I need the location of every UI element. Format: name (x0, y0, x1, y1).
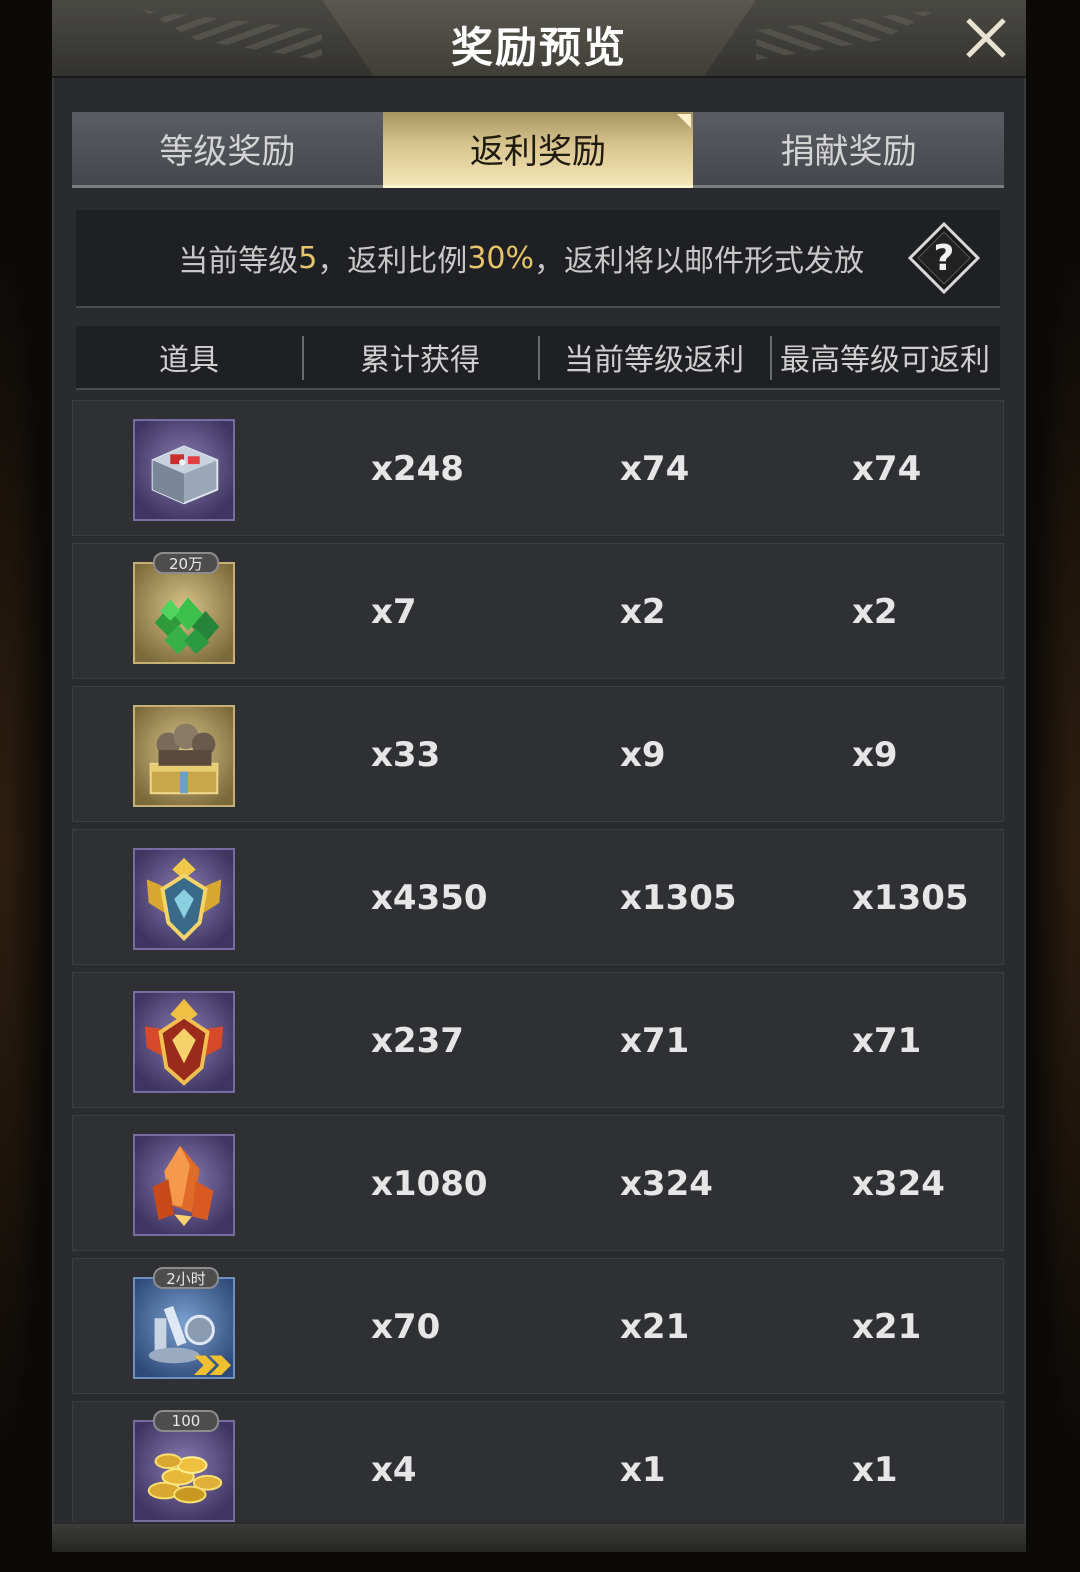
max-rebate-value: x1305 (852, 878, 969, 918)
item-slot[interactable] (133, 1134, 235, 1236)
panel-bottom-frame (52, 1524, 1026, 1552)
title-bar: 奖励预览 (52, 0, 1026, 78)
tab-rebate-reward[interactable]: 返利奖励 (382, 112, 694, 188)
treasure-chest-icon (151, 445, 219, 505)
max-rebate-value: x324 (852, 1164, 945, 1204)
total-obtained-value: x1080 (371, 1164, 488, 1204)
item-slot[interactable] (133, 848, 235, 950)
item-quantity-badge: 20万 (153, 552, 219, 574)
reward-table-body[interactable]: x248 x74 x74 20万 x7 x2 x2 x33 x9 x9 x435… (72, 400, 1004, 1522)
header-divider (302, 336, 304, 380)
table-row: x237 x71 x71 (72, 972, 1004, 1108)
tab-label: 返利奖励 (470, 132, 606, 172)
tab-donation-reward[interactable]: 捐献奖励 (693, 112, 1005, 188)
green-gems-icon (154, 597, 220, 655)
background-glow-right (1030, 250, 1080, 1450)
rebate-info-box: 当前等级 5 ，返利比例 30% ，返利将以邮件形式发放 ? (76, 210, 1000, 308)
reward-tabs: 等级奖励 返利奖励 捐献奖励 (72, 112, 1005, 188)
current-level-value: 5 (298, 240, 318, 276)
header-current-level-rebate: 当前等级返利 (564, 343, 744, 378)
research-speedup-icon (148, 1305, 232, 1376)
header-total-obtained: 累计获得 (360, 343, 480, 378)
gold-emblem-icon (146, 857, 222, 941)
tab-label: 捐献奖励 (780, 132, 917, 172)
item-slot[interactable]: 2小时 (133, 1267, 235, 1379)
table-row: x1080 x324 x324 (72, 1115, 1004, 1251)
svg-text:?: ? (934, 238, 955, 279)
current-rebate-value: x74 (620, 449, 690, 489)
current-rebate-value: x324 (620, 1164, 713, 1204)
current-rebate-value: x2 (620, 592, 666, 632)
current-rebate-value: x1 (620, 1450, 666, 1490)
total-obtained-value: x33 (371, 735, 441, 775)
table-header: 道具 累计获得 当前等级返利 最高等级可返利 (76, 326, 1000, 390)
item-slot[interactable] (133, 991, 235, 1093)
item-slot[interactable] (133, 705, 235, 807)
info-prefix: 当前等级 (178, 244, 299, 279)
total-obtained-value: x237 (371, 1021, 464, 1061)
header-divider (538, 336, 540, 380)
table-row: x4350 x1305 x1305 (72, 829, 1004, 965)
tab-level-reward[interactable]: 等级奖励 (72, 112, 383, 188)
max-rebate-value: x71 (852, 1021, 922, 1061)
item-slot[interactable] (133, 419, 235, 521)
background-glow-left (0, 250, 50, 1450)
header-item: 道具 (159, 343, 219, 378)
header-divider (770, 336, 772, 380)
header-max-level-rebate: 最高等级可返利 (780, 343, 990, 378)
total-obtained-value: x7 (371, 592, 417, 632)
current-rebate-value: x21 (620, 1307, 690, 1347)
help-button[interactable]: ? (907, 221, 981, 295)
current-rebate-value: x9 (620, 735, 666, 775)
info-middle: ，返利比例 (317, 244, 468, 279)
item-duration-badge: 2小时 (153, 1267, 219, 1289)
info-suffix: ，返利将以邮件形式发放 (534, 244, 864, 279)
item-slot[interactable]: 20万 (133, 552, 235, 664)
max-rebate-value: x9 (852, 735, 898, 775)
hero-chest-icon (149, 723, 219, 795)
max-rebate-value: x1 (852, 1450, 898, 1490)
max-rebate-value: x21 (852, 1307, 922, 1347)
max-rebate-value: x2 (852, 592, 898, 632)
table-row: x248 x74 x74 (72, 400, 1004, 536)
total-obtained-value: x4 (371, 1450, 417, 1490)
table-row: x33 x9 x9 (72, 686, 1004, 822)
gold-coins-icon (147, 1453, 223, 1504)
total-obtained-value: x4350 (371, 878, 488, 918)
red-emblem-icon (144, 998, 224, 1086)
orange-crystal-icon (152, 1145, 214, 1227)
rebate-ratio-value: 30% (467, 240, 534, 276)
item-slot[interactable]: 100 (133, 1410, 235, 1522)
dialog-title: 奖励预览 (450, 23, 627, 72)
tab-label: 等级奖励 (159, 132, 296, 172)
current-rebate-value: x1305 (620, 878, 737, 918)
max-rebate-value: x74 (852, 449, 922, 489)
table-row: 100 x4 x1 x1 (72, 1401, 1004, 1522)
current-rebate-value: x71 (620, 1021, 690, 1061)
rebate-info-text: 当前等级 5 ，返利比例 30% ，返利将以邮件形式发放 (76, 210, 864, 306)
table-row: 20万 x7 x2 x2 (72, 543, 1004, 679)
question-mark-icon: ? (907, 221, 981, 295)
close-button[interactable] (962, 14, 1010, 62)
table-row: 2小时 x70 x21 x21 (72, 1258, 1004, 1394)
total-obtained-value: x70 (371, 1307, 441, 1347)
close-icon (966, 18, 1006, 58)
item-quantity-badge: 100 (153, 1410, 219, 1432)
total-obtained-value: x248 (371, 449, 464, 489)
